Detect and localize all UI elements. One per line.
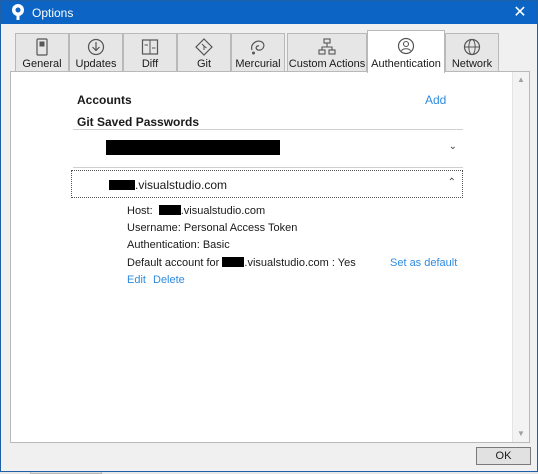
globe-icon: [463, 38, 481, 56]
tab-label: Mercurial: [235, 58, 281, 70]
git-saved-passwords-heading: Git Saved Passwords: [77, 115, 200, 129]
redacted-text: [106, 140, 280, 155]
username-line: Username: Personal Access Token: [127, 222, 297, 234]
git-diamond-icon: [195, 38, 213, 56]
diff-icon: [141, 39, 159, 55]
default-label: Default account for: [127, 257, 220, 269]
accounts-heading: Accounts: [77, 93, 132, 107]
tab-label: Git: [196, 58, 212, 70]
tab-mercurial[interactable]: Mercurial: [231, 33, 285, 71]
tab-custom-actions[interactable]: Custom Actions: [287, 33, 367, 71]
username-value: Personal Access Token: [183, 222, 298, 234]
chevron-up-icon[interactable]: ⌃: [448, 177, 456, 188]
authentication-panel: Accounts Add Git Saved Passwords ⌄ .visu…: [10, 71, 530, 443]
default-account-line: Default account for .visualstudio.com : …: [127, 257, 356, 269]
tab-label: Updates: [75, 58, 117, 70]
username-label: Username:: [127, 222, 181, 234]
redacted-text: [109, 180, 135, 190]
authentication-label: Authentication:: [127, 239, 200, 251]
download-circle-icon: [87, 38, 105, 56]
redacted-text: [158, 205, 181, 215]
scroll-up-icon[interactable]: ▲: [517, 76, 525, 84]
close-icon: ✕: [513, 4, 527, 21]
tab-git[interactable]: Git: [177, 33, 231, 71]
saved-password-row[interactable]: ⌄: [73, 130, 463, 167]
tab-diff[interactable]: Diff: [123, 33, 177, 71]
ok-button[interactable]: OK: [476, 447, 531, 465]
tab-network[interactable]: Network: [445, 33, 499, 71]
tab-authentication[interactable]: Authentication: [367, 30, 445, 73]
host-value: .visualstudio.com: [180, 205, 266, 217]
authentication-value: Basic: [202, 239, 230, 251]
default-host: .visualstudio.com :: [244, 257, 335, 269]
tab-label: Network: [451, 58, 493, 70]
tab-general[interactable]: General: [15, 33, 69, 71]
sourcetree-logo-icon: [12, 4, 24, 20]
delete-link[interactable]: Delete: [153, 274, 185, 286]
chevron-down-icon[interactable]: ⌄: [449, 141, 457, 152]
window-title: Options: [32, 6, 74, 20]
tab-updates[interactable]: Updates: [69, 33, 123, 71]
options-dialog: Options ✕ General Updates Diff Git Mercu…: [0, 0, 538, 472]
tab-label: Custom Actions: [288, 58, 366, 70]
redacted-text: [222, 257, 245, 267]
add-account-link[interactable]: Add: [425, 93, 446, 107]
vertical-scrollbar[interactable]: ▲ ▼: [512, 72, 529, 442]
account-name: .visualstudio.com: [109, 178, 227, 192]
default-value: Yes: [337, 257, 356, 269]
tab-label: Authentication: [371, 58, 441, 70]
host-line: Host: .visualstudio.com: [127, 205, 265, 217]
host-label: Host:: [127, 205, 153, 217]
account-suffix: .visualstudio.com: [135, 178, 228, 192]
tab-label: Diff: [141, 58, 159, 70]
divider: [73, 167, 463, 168]
titlebar: Options ✕: [1, 1, 537, 24]
set-as-default-link[interactable]: Set as default: [390, 257, 457, 269]
tab-label: General: [22, 58, 62, 70]
settings-device-icon: [36, 38, 48, 56]
close-button[interactable]: ✕: [509, 3, 531, 22]
account-row-expanded[interactable]: .visualstudio.com ⌃: [71, 170, 463, 198]
user-circle-icon: [397, 37, 415, 55]
mercurial-icon: [251, 40, 265, 55]
custom-actions-icon: [318, 38, 336, 55]
edit-link[interactable]: Edit: [127, 274, 146, 286]
scroll-down-icon[interactable]: ▼: [517, 430, 525, 438]
authentication-line: Authentication: Basic: [127, 239, 230, 251]
